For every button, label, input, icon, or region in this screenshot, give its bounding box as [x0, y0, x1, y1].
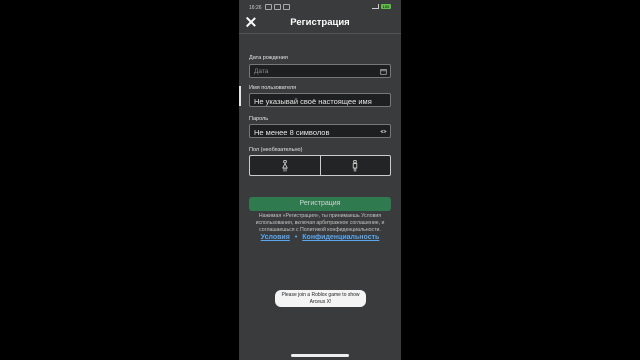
toast-message: Please join a Roblox game to show Arceus… [275, 290, 366, 307]
status-time: 16:26 [249, 5, 262, 11]
password-field[interactable]: Не менее 8 символов [249, 124, 391, 138]
female-icon [281, 160, 288, 172]
birthdate-placeholder: Дата [254, 68, 269, 75]
birthdate-field[interactable]: Дата [249, 64, 391, 78]
home-indicator[interactable] [291, 354, 349, 357]
focus-indicator [239, 86, 241, 106]
eye-icon[interactable] [380, 128, 387, 135]
username-placeholder: Не указывай своё настоящее имя [254, 96, 372, 106]
terms-link[interactable]: Условия [261, 234, 290, 241]
header-divider [239, 33, 401, 34]
gender-female-button[interactable] [249, 155, 321, 176]
birthdate-label: Дата рождения [249, 55, 288, 61]
page-title: Регистрация [290, 17, 350, 28]
gender-label: Пол (необязательно) [249, 147, 303, 153]
gender-male-button[interactable] [320, 155, 391, 176]
phone-screen: 16:26 100 Регистрация Дата рождения Дата… [239, 0, 401, 360]
signal-icon [372, 4, 379, 9]
notification-icons [265, 4, 290, 10]
username-field[interactable]: Не указывай своё настоящее имя [249, 93, 391, 107]
privacy-link[interactable]: Конфиденциальность [302, 234, 379, 241]
status-right: 100 [372, 4, 391, 9]
link-separator: • [294, 234, 298, 241]
header: Регистрация [239, 12, 401, 34]
legal-links: Условия • Конфиденциальность [239, 234, 401, 241]
calendar-icon[interactable] [380, 68, 387, 75]
gender-selector [249, 155, 391, 176]
legal-text: Нажимая «Регистрация», ты принимаешь Усл… [255, 213, 385, 233]
battery-icon: 100 [381, 4, 391, 9]
register-button[interactable]: Регистрация [249, 197, 391, 211]
male-icon [353, 160, 358, 172]
password-label: Пароль [249, 116, 269, 122]
password-placeholder: Не менее 8 символов [254, 127, 330, 137]
username-label: Имя пользователя [249, 85, 297, 91]
